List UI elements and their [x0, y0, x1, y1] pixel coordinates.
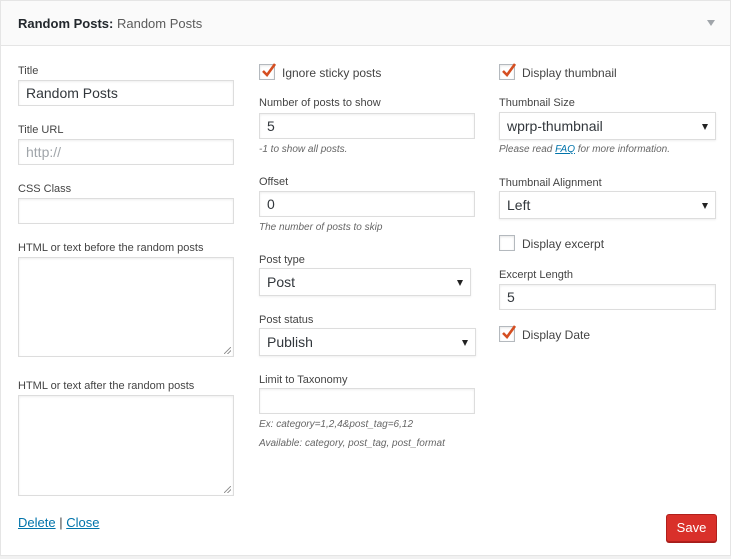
dropdown-caret-icon	[702, 124, 708, 130]
taxonomy-help-available: Available: category, post_tag, post_form…	[259, 438, 445, 449]
display-excerpt-checkbox[interactable]	[499, 235, 515, 251]
display-date-label: Display Date	[522, 328, 591, 342]
close-link[interactable]: Close	[66, 515, 99, 530]
save-button[interactable]: Save	[666, 514, 717, 542]
num-posts-label: Number of posts to show	[259, 97, 381, 109]
post-type-select[interactable]: Post	[259, 268, 471, 296]
title-input[interactable]: Random Posts	[18, 80, 234, 106]
post-type-value: Post	[267, 274, 296, 290]
widget-name: Random Posts:	[18, 16, 114, 31]
ignore-sticky-label: Ignore sticky posts	[282, 66, 382, 80]
num-posts-input[interactable]: 5	[259, 113, 475, 139]
num-posts-help: -1 to show all posts.	[259, 144, 348, 155]
excerpt-length-input[interactable]: 5	[499, 284, 716, 310]
thumbnail-alignment-select[interactable]: Left	[499, 191, 716, 219]
display-thumbnail-checkbox[interactable]	[499, 63, 517, 80]
widget-header[interactable]: Random Posts: Random Posts	[1, 1, 730, 46]
thumbnail-help-suffix: for more information.	[574, 144, 671, 155]
taxonomy-input[interactable]	[259, 388, 475, 414]
toggle-arrow-icon[interactable]	[707, 20, 715, 26]
taxonomy-help-example: Ex: category=1,2,4&post_tag=6,12	[259, 419, 413, 430]
title-url-label: Title URL	[18, 124, 64, 136]
offset-label: Offset	[259, 176, 289, 188]
title-url-input[interactable]: http://	[18, 139, 234, 165]
footer-links: Delete | Close	[18, 515, 99, 530]
link-separator: |	[59, 515, 63, 530]
post-status-select[interactable]: Publish	[259, 328, 476, 356]
widget-in-title: Random Posts	[116, 16, 203, 31]
delete-link[interactable]: Delete	[18, 515, 56, 530]
widget-panel: Random Posts: Random Posts Title Random …	[0, 0, 731, 556]
thumbnail-alignment-label: Thumbnail Alignment	[499, 177, 602, 189]
thumbnail-size-label: Thumbnail Size	[499, 97, 575, 109]
post-type-label: Post type	[259, 254, 305, 266]
excerpt-length-label: Excerpt Length	[499, 269, 573, 281]
offset-input[interactable]: 0	[259, 191, 475, 217]
css-class-input[interactable]	[18, 198, 234, 224]
checkmark-icon	[262, 63, 277, 77]
post-status-value: Publish	[267, 334, 313, 350]
thumbnail-alignment-value: Left	[507, 197, 531, 213]
dropdown-caret-icon	[457, 280, 463, 286]
thumbnail-size-value: wprp-thumbnail	[507, 118, 603, 134]
dropdown-caret-icon	[702, 203, 708, 209]
checkmark-icon	[502, 63, 517, 77]
display-excerpt-label: Display excerpt	[522, 237, 605, 251]
dropdown-caret-icon	[462, 340, 468, 346]
display-thumbnail-label: Display thumbnail	[522, 66, 617, 80]
post-status-label: Post status	[259, 314, 314, 326]
taxonomy-label: Limit to Taxonomy	[259, 374, 348, 386]
thumbnail-help: Please read FAQ for more information.	[499, 144, 670, 155]
offset-help: The number of posts to skip	[259, 222, 383, 233]
faq-link[interactable]: FAQ	[555, 144, 575, 155]
title-label: Title	[18, 65, 39, 77]
ignore-sticky-checkbox[interactable]	[259, 63, 277, 80]
widget-title: Random Posts: Random Posts	[18, 16, 202, 31]
display-date-checkbox[interactable]	[499, 325, 517, 342]
after-posts-label: HTML or text after the random posts	[18, 380, 195, 392]
resize-grip-icon[interactable]	[224, 347, 231, 354]
before-posts-label: HTML or text before the random posts	[18, 242, 204, 254]
before-posts-textarea[interactable]	[18, 257, 234, 357]
thumbnail-size-select[interactable]: wprp-thumbnail	[499, 112, 716, 140]
after-posts-textarea[interactable]	[18, 395, 234, 496]
checkmark-icon	[502, 325, 517, 339]
css-class-label: CSS Class	[18, 183, 72, 195]
resize-grip-icon[interactable]	[224, 486, 231, 493]
thumbnail-help-prefix: Please read	[499, 144, 556, 155]
